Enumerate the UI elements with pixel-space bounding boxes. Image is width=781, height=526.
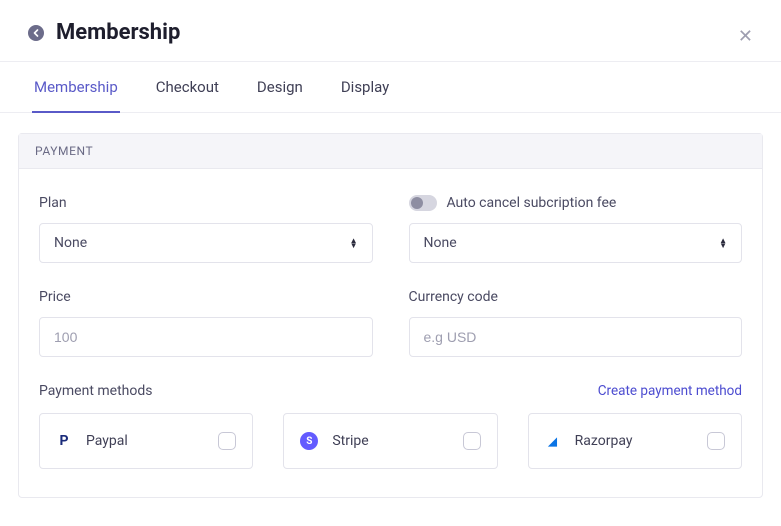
method-left: P Paypal <box>56 433 128 449</box>
panel-body: Plan None ▲▼ Auto cancel subcription fee… <box>19 169 762 497</box>
col-currency: Currency code <box>409 289 743 357</box>
method-name: Stripe <box>332 433 368 449</box>
payment-panel: PAYMENT Plan None ▲▼ Auto cancel subcrip… <box>18 133 763 498</box>
paypal-icon: P <box>56 433 72 449</box>
razorpay-checkbox[interactable] <box>707 432 725 450</box>
auto-cancel-select-value: None <box>424 235 457 251</box>
back-icon[interactable] <box>28 25 44 41</box>
method-name: Razorpay <box>575 433 633 449</box>
razorpay-icon: ◢ <box>545 433 561 449</box>
tab-membership[interactable]: Membership <box>32 62 120 112</box>
panel-title: PAYMENT <box>19 134 762 169</box>
scroll-area[interactable]: PAYMENT Plan None ▲▼ Auto cancel subcrip… <box>0 113 781 504</box>
methods-label: Payment methods <box>39 383 152 399</box>
plan-select[interactable]: None ▲▼ <box>39 223 373 263</box>
method-left: ◢ Razorpay <box>545 433 633 449</box>
col-auto-cancel: Auto cancel subcription fee None ▲▼ <box>409 195 743 263</box>
tab-design[interactable]: Design <box>255 62 305 112</box>
col-plan: Plan None ▲▼ <box>39 195 373 263</box>
auto-cancel-label: Auto cancel subcription fee <box>447 195 617 211</box>
row-plan: Plan None ▲▼ Auto cancel subcription fee… <box>39 195 742 263</box>
create-payment-method-link[interactable]: Create payment method <box>598 383 742 399</box>
price-input-wrapper <box>39 317 373 357</box>
tab-display[interactable]: Display <box>339 62 391 112</box>
method-card-paypal[interactable]: P Paypal <box>39 413 253 469</box>
price-input[interactable] <box>54 329 358 345</box>
method-card-razorpay[interactable]: ◢ Razorpay <box>528 413 742 469</box>
stripe-checkbox[interactable] <box>463 432 481 450</box>
caret-icon: ▲▼ <box>350 238 358 248</box>
tab-checkout[interactable]: Checkout <box>154 62 221 112</box>
price-label: Price <box>39 289 373 305</box>
method-name: Paypal <box>86 433 128 449</box>
methods-row: P Paypal S Stripe ◢ <box>39 413 742 469</box>
auto-cancel-select[interactable]: None ▲▼ <box>409 223 743 263</box>
close-icon[interactable]: ✕ <box>738 28 753 46</box>
paypal-checkbox[interactable] <box>218 432 236 450</box>
caret-icon: ▲▼ <box>719 238 727 248</box>
page-title: Membership <box>56 20 180 45</box>
currency-label: Currency code <box>409 289 743 305</box>
stripe-icon: S <box>300 432 318 450</box>
plan-label: Plan <box>39 195 373 211</box>
method-card-stripe[interactable]: S Stripe <box>283 413 497 469</box>
tabs: Membership Checkout Design Display <box>0 61 781 113</box>
plan-select-value: None <box>54 235 87 251</box>
method-left: S Stripe <box>300 432 368 450</box>
row-price: Price Currency code <box>39 289 742 357</box>
currency-input[interactable] <box>424 329 728 345</box>
methods-header: Payment methods Create payment method <box>39 383 742 399</box>
col-price: Price <box>39 289 373 357</box>
currency-input-wrapper <box>409 317 743 357</box>
auto-cancel-toggle[interactable] <box>409 195 437 211</box>
membership-modal: Membership ✕ Membership Checkout Design … <box>0 0 781 526</box>
modal-header: Membership <box>0 0 781 61</box>
